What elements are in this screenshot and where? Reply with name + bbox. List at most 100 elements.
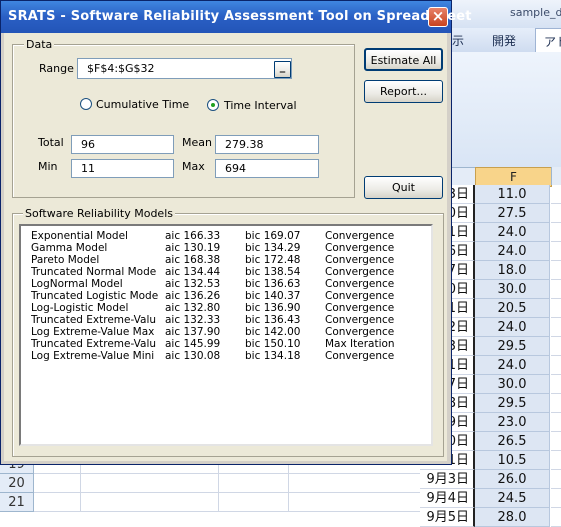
range-select-button[interactable]: _ [274,61,291,78]
dialog-title: SRATS - Software Reliability Assessment … [8,9,472,24]
cell-e[interactable]: 9月5日 [420,508,475,527]
cell-f[interactable]: 30.0 [475,280,550,299]
column-header-g[interactable] [551,167,561,185]
grid-col-line [80,465,81,512]
cell-f[interactable]: 30.0 [475,375,550,394]
model-bic: bic 142.00 [245,326,301,338]
ribbon-tab-view[interactable]: 示 [452,32,464,49]
cell-g[interactable] [551,356,561,375]
cell-g[interactable] [551,432,561,451]
cell-g[interactable] [551,413,561,432]
cell-g[interactable] [551,451,561,470]
cell-f[interactable]: 29.5 [475,394,550,413]
data-group-label: Data [24,38,55,51]
model-bic: bic 136.90 [245,302,301,314]
row-header-21[interactable]: 21 [0,493,34,512]
dialog-title-bar[interactable]: SRATS - Software Reliability Assessment … [1,1,472,33]
cell-g[interactable] [551,204,561,223]
range-select-icon: _ [279,60,286,73]
total-field[interactable]: 96 [71,135,174,154]
model-status: Convergence [325,290,395,302]
model-bic: bic 134.29 [245,242,301,254]
report-button[interactable]: Report... [364,80,443,103]
cell-g[interactable] [551,299,561,318]
cell-g[interactable] [551,470,561,489]
model-list-row[interactable]: LogNormal Model aic 132.53 bic 136.63 Conve… [31,278,426,290]
model-name: LogNormal Model [31,278,123,290]
model-bic: bic 172.48 [245,254,301,266]
model-list-row[interactable]: Log-Logistic Model aic 132.80 bic 136.90 Co… [31,302,426,314]
cell-f[interactable]: 24.0 [475,356,550,375]
cell-f[interactable]: 26.0 [475,470,550,489]
estimate-all-button[interactable]: Estimate All [364,48,443,71]
min-field[interactable]: 11 [71,159,174,178]
model-list-row[interactable]: Pareto Model aic 168.38 bic 172.48 Converge… [31,254,426,266]
cell-g[interactable] [551,394,561,413]
model-status: Convergence [325,314,395,326]
cell-g[interactable] [551,375,561,394]
max-field[interactable]: 694 [215,159,319,178]
model-list-row[interactable]: Truncated Extreme-Valu aic 132.33 bic 136.… [31,314,426,326]
mean-field[interactable]: 279.38 [215,135,319,154]
cell-f[interactable]: 11.0 [475,185,550,204]
radio-time-interval-label[interactable]: Time Interval [224,99,297,112]
cell-f[interactable]: 10.5 [475,451,550,470]
cell-g[interactable] [551,489,561,508]
cell-g[interactable] [551,261,561,280]
excel-file-name: sample_da [510,6,561,19]
row-header-20[interactable]: 20 [0,474,34,493]
cell-f[interactable]: 24.0 [475,223,550,242]
radio-cumulative-time-label[interactable]: Cumulative Time [96,98,189,111]
model-list-row[interactable]: Truncated Logistic Mode aic 136.26 bic 140… [31,290,426,302]
cell-e[interactable]: 9月4日 [420,489,475,508]
model-list-row[interactable]: Gamma Model aic 130.19 bic 134.29 Convergen… [31,242,426,254]
cell-g[interactable] [551,242,561,261]
model-aic: aic 132.53 [165,278,221,290]
ribbon-tab-addins-label: アド [544,35,561,49]
cell-f[interactable]: 18.0 [475,261,550,280]
model-list-row[interactable]: Log Extreme-Value Mini aic 130.08 bic 134.… [31,350,426,362]
cell-f[interactable]: 24.0 [475,242,550,261]
cell-g[interactable] [551,318,561,337]
cell-f[interactable]: 24.0 [475,318,550,337]
grid-col-line [218,465,219,512]
model-name: Gamma Model [31,242,108,254]
ribbon-tab-developer[interactable]: 開発 [492,32,516,49]
cell-f[interactable]: 23.0 [475,413,550,432]
min-label: Min [38,160,58,173]
cell-g[interactable] [551,508,561,527]
model-list-row[interactable]: Log Extreme-Value Max aic 137.90 bic 142.0… [31,326,426,338]
min-value: 11 [81,162,95,175]
models-listbox[interactable]: Exponential Model aic 166.33 bic 169.07 Con… [19,224,433,446]
model-list-row[interactable]: Exponential Model aic 166.33 bic 169.07 Con… [31,230,426,242]
cell-g[interactable] [551,223,561,242]
srats-dialog: SRATS - Software Reliability Assessment … [0,0,472,465]
cell-g[interactable] [551,280,561,299]
model-status: Convergence [325,350,395,362]
model-bic: bic 136.43 [245,314,301,326]
range-input[interactable]: $F$4:$G$32 [77,58,292,79]
cell-f[interactable]: 29.5 [475,337,550,356]
radio-cumulative-time[interactable] [80,98,92,110]
cell-f[interactable]: 27.5 [475,204,550,223]
cell-f[interactable]: 20.5 [475,299,550,318]
model-name: Truncated Extreme-Valu [31,338,157,350]
close-button[interactable]: × [428,7,448,27]
cell-f[interactable]: 24.5 [475,489,550,508]
model-list-row[interactable]: Truncated Extreme-Valu aic 145.99 bic 150.… [31,338,426,350]
radio-time-interval[interactable] [207,99,219,111]
total-label: Total [38,136,64,149]
cell-f[interactable]: 26.5 [475,432,550,451]
model-bic: bic 134.18 [245,350,301,362]
close-icon: × [431,7,445,25]
cell-f[interactable]: 28.0 [475,508,550,527]
model-list-row[interactable]: Truncated Normal Mode aic 134.44 bic 138.5… [31,266,426,278]
cell-e[interactable]: 9月3日 [420,470,475,489]
cell-g[interactable] [551,337,561,356]
model-aic: aic 166.33 [165,230,221,242]
quit-button[interactable]: Quit [364,176,443,199]
ribbon-tab-addins[interactable]: アド [535,28,561,53]
column-header-f[interactable]: F [475,167,552,187]
model-aic: aic 132.80 [165,302,221,314]
cell-g[interactable] [551,185,561,204]
